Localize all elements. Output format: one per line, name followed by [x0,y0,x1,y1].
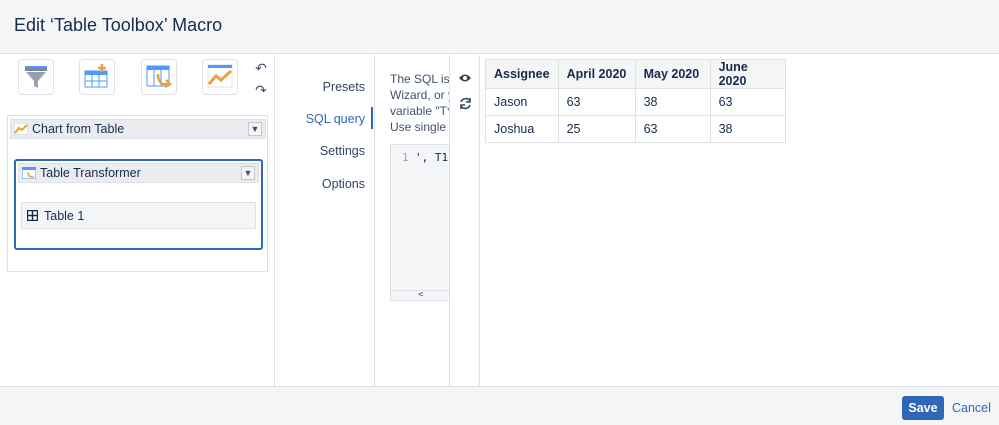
table-transformer-node[interactable]: Table Transformer ▼ [18,163,259,183]
dialog-footer: Save Cancel [0,386,999,425]
table-cell: 63 [557,88,636,116]
line-number: 1 [402,151,409,164]
column-header: June 2020 [709,59,786,89]
add-table-button[interactable] [79,59,115,95]
table-header-row: Assignee April 2020 May 2020 June 2020 [485,59,786,89]
result-preview: Assignee April 2020 May 2020 June 2020 J… [481,55,999,386]
refresh-icon[interactable] [457,95,473,111]
undo-icon[interactable]: ↶ [252,59,270,77]
tab-sql-query[interactable]: SQL query [306,112,365,126]
help-line: Wizard, or y [390,88,449,102]
preview-controls [449,55,480,386]
help-line: variable "T*" [390,104,449,118]
table-row: Joshua 25 63 38 [485,115,786,143]
chart-node-label: Chart from Table [32,122,125,136]
macro-tree: Chart from Table ▼ Table Transformer ▼ T… [7,115,268,272]
column-header: April 2020 [557,59,636,89]
result-table: Assignee April 2020 May 2020 June 2020 J… [485,59,786,143]
table-cell: 63 [634,115,711,143]
chart-from-table-node[interactable]: Chart from Table ▼ [10,119,266,139]
table-grid-icon [27,210,38,221]
tab-presets[interactable]: Presets [323,80,365,94]
table-cell: 38 [709,115,786,143]
settings-nav: Presets SQL query Settings Options [276,55,374,386]
chart-button[interactable] [202,59,238,95]
help-line: Use single q [390,120,449,134]
table-add-icon [84,64,108,88]
chart-icon [14,123,28,135]
table-cell: 63 [709,88,786,116]
transformer-node-label: Table Transformer [40,166,141,180]
column-header: Assignee [485,59,559,89]
scroll-left-icon[interactable]: < [418,290,423,300]
save-button[interactable]: Save [902,396,944,420]
tab-settings[interactable]: Settings [320,144,365,158]
active-tab-indicator [371,107,373,129]
macro-structure-panel: ↶ ↷ Chart from Table ▼ Table Transformer… [0,55,275,386]
table-cell: Joshua [485,115,559,143]
sql-help-text: The SQL is u Wizard, or y variable "T*" … [390,71,449,135]
redo-icon[interactable]: ↷ [252,81,270,99]
cancel-button[interactable]: Cancel [952,401,991,415]
table-row: Jason 63 38 63 [485,88,786,116]
help-line: The SQL is u [390,72,449,86]
sql-code-text[interactable]: ', T1.'M [415,151,449,164]
filter-button[interactable] [18,59,54,95]
transform-table-button[interactable] [141,59,177,95]
chevron-down-icon[interactable]: ▼ [248,122,262,136]
horizontal-scrollbar[interactable]: < [391,290,449,300]
code-token: ', T1.' [415,151,449,164]
chart-icon [207,64,233,88]
tab-options[interactable]: Options [322,177,365,191]
table-cell: Jason [485,88,559,116]
table-cell: 25 [557,115,636,143]
sql-editor[interactable]: 1 ', T1.'M < [390,144,449,301]
table-cell: 38 [634,88,711,116]
filter-icon [25,66,47,88]
eye-icon[interactable] [457,70,473,86]
dialog-header: Edit ‘Table Toolbox’ Macro [0,0,999,54]
table-transformer-block[interactable]: Table Transformer ▼ Table 1 [14,159,263,250]
chevron-down-icon[interactable]: ▼ [241,166,255,180]
dialog-title: Edit ‘Table Toolbox’ Macro [14,15,223,35]
sql-query-panel: The SQL is u Wizard, or y variable "T*" … [374,55,449,386]
table-transform-icon [22,167,36,179]
table-transform-icon [146,65,173,89]
column-header: May 2020 [634,59,711,89]
table-node-label: Table 1 [44,208,85,223]
table-1-node[interactable]: Table 1 [21,202,256,229]
